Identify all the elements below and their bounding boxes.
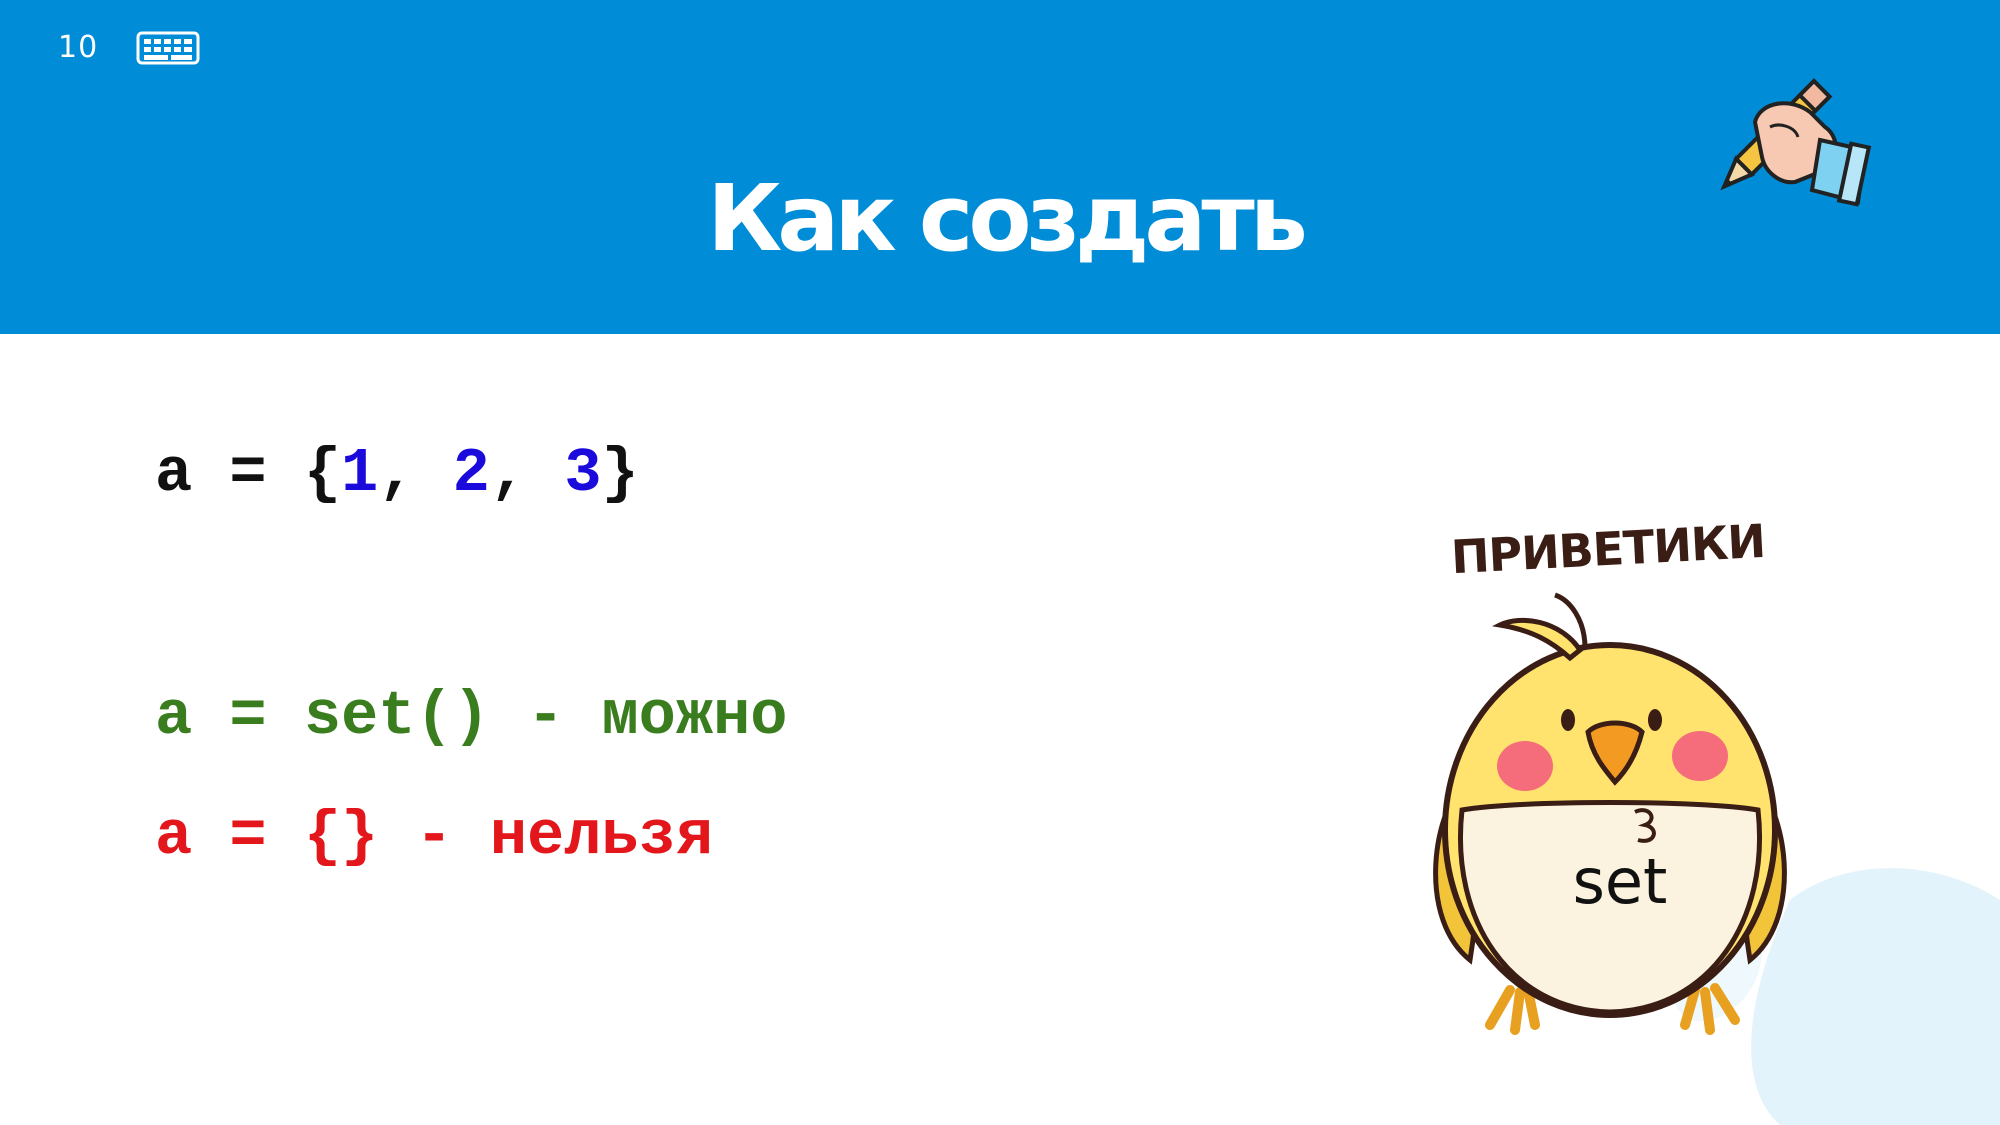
header-bar: 10 Как создать bbox=[0, 0, 2000, 334]
slide-number: 10 bbox=[58, 30, 99, 65]
code-line-set-literal: a = {1, 2, 3} bbox=[155, 443, 639, 505]
bird-illustration bbox=[1433, 592, 1787, 1035]
hand-pencil-icon bbox=[1720, 78, 1872, 207]
code-text: , bbox=[489, 438, 565, 509]
code-line-forbidden: a = {} - нельзя bbox=[155, 801, 714, 872]
keyboard-icon[interactable] bbox=[136, 30, 200, 66]
code-number: 3 bbox=[564, 438, 602, 509]
code-text: } bbox=[601, 438, 639, 509]
code-number: 1 bbox=[341, 438, 379, 509]
code-number: 2 bbox=[452, 438, 490, 509]
code-text: a = { bbox=[155, 438, 342, 509]
code-text: , bbox=[378, 438, 453, 509]
code-line-allowed: a = set() - можно bbox=[155, 681, 788, 752]
bird-label: set bbox=[1572, 845, 1668, 918]
